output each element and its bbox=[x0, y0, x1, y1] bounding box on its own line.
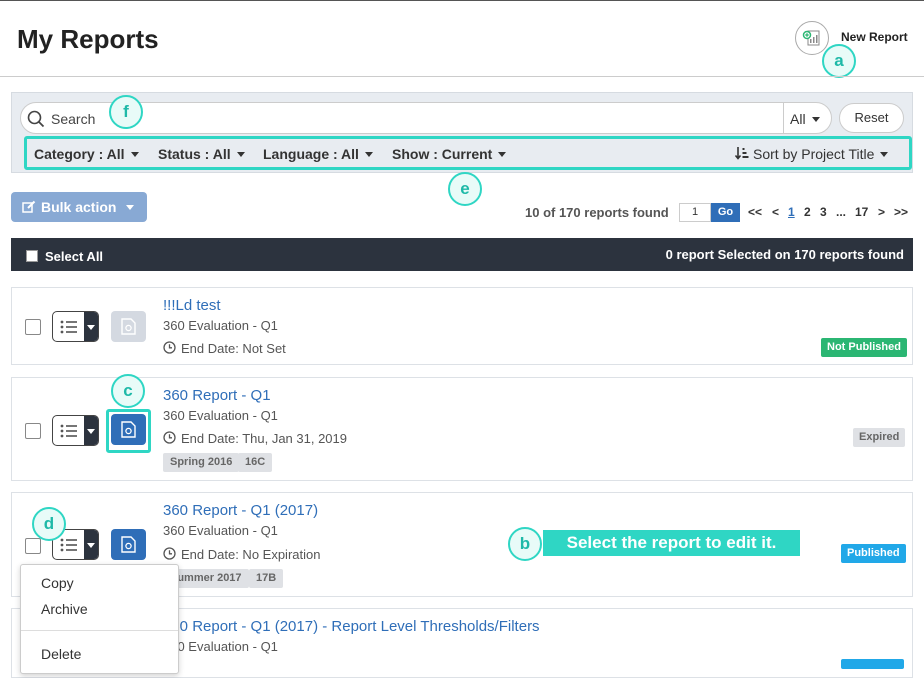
status-badge: Published bbox=[841, 544, 906, 563]
chevron-down-icon bbox=[364, 152, 373, 157]
report-doc-icon bbox=[121, 318, 136, 335]
search-icon bbox=[27, 110, 45, 128]
report-title[interactable]: 360 Report - Q1 (2017) - Report Level Th… bbox=[163, 618, 540, 635]
edit-report-button[interactable] bbox=[111, 311, 146, 342]
status-filter[interactable]: Status : All bbox=[158, 146, 245, 162]
callout-c: c bbox=[111, 374, 145, 408]
status-badge bbox=[841, 659, 904, 669]
pager-page-2[interactable]: 2 bbox=[804, 205, 811, 219]
callout-b: b bbox=[508, 527, 542, 561]
selection-summary: 0 report Selected on 170 reports found bbox=[665, 247, 904, 262]
clock-icon bbox=[163, 341, 176, 354]
pager-last[interactable]: >> bbox=[894, 205, 908, 219]
menu-item-copy[interactable]: Copy bbox=[41, 575, 74, 591]
show-filter[interactable]: Show : Current bbox=[392, 146, 507, 162]
search-scope-select[interactable]: All bbox=[790, 111, 820, 127]
menu-divider bbox=[21, 630, 178, 631]
bulk-action-label: Bulk action bbox=[41, 199, 117, 215]
pager-page-17[interactable]: 17 bbox=[855, 205, 868, 219]
pager-page-3[interactable]: 3 bbox=[820, 205, 827, 219]
callout-f: f bbox=[109, 95, 143, 129]
report-end-date: End Date: No Expiration bbox=[181, 547, 321, 562]
menu-item-archive[interactable]: Archive bbox=[41, 601, 88, 617]
pager-ellipsis: ... bbox=[836, 205, 847, 219]
report-subtitle: 360 Evaluation - Q1 bbox=[163, 318, 278, 333]
report-end-date: End Date: Not Set bbox=[181, 341, 286, 356]
chevron-down-icon bbox=[130, 152, 139, 157]
chevron-down-icon bbox=[236, 152, 245, 157]
chevron-down-icon bbox=[498, 152, 507, 157]
chevron-down-icon bbox=[126, 205, 134, 210]
select-all-checkbox[interactable] bbox=[26, 250, 38, 262]
edit-report-button[interactable] bbox=[111, 529, 146, 560]
new-report-button[interactable] bbox=[795, 21, 829, 55]
new-report-label[interactable]: New Report bbox=[841, 30, 908, 44]
list-icon bbox=[60, 538, 77, 552]
chevron-down-icon bbox=[880, 152, 889, 157]
report-doc-icon bbox=[121, 421, 136, 438]
report-subtitle: 360 Evaluation - Q1 bbox=[163, 523, 278, 538]
page-title: My Reports bbox=[17, 24, 159, 54]
report-end-date: End Date: Thu, Jan 31, 2019 bbox=[181, 431, 347, 446]
clock-icon bbox=[163, 431, 176, 444]
callout-a: a bbox=[822, 44, 856, 78]
go-button[interactable]: Go bbox=[711, 203, 740, 222]
category-filter[interactable]: Category : All bbox=[34, 146, 139, 162]
sort-icon bbox=[734, 147, 749, 160]
report-doc-icon bbox=[121, 536, 136, 553]
list-icon bbox=[60, 320, 77, 334]
report-title[interactable]: !!!Ld test bbox=[163, 297, 221, 314]
menu-item-delete[interactable]: Delete bbox=[41, 646, 81, 662]
reset-button[interactable]: Reset bbox=[839, 103, 904, 133]
search-placeholder: Search bbox=[51, 111, 96, 127]
report-title[interactable]: 360 Report - Q1 (2017) bbox=[163, 502, 318, 519]
bulk-action-button[interactable]: Bulk action bbox=[11, 192, 147, 222]
report-checkbox[interactable] bbox=[25, 319, 41, 335]
report-subtitle: 360 Evaluation - Q1 bbox=[163, 408, 278, 423]
edit-report-button[interactable] bbox=[111, 414, 146, 445]
clock-icon bbox=[163, 547, 176, 560]
list-icon bbox=[60, 424, 77, 438]
language-filter[interactable]: Language : All bbox=[263, 146, 373, 162]
page-number-input[interactable]: 1 bbox=[679, 203, 711, 222]
report-card bbox=[11, 287, 913, 365]
pager-page-1[interactable]: 1 bbox=[788, 205, 795, 219]
new-report-icon bbox=[802, 30, 820, 46]
select-all-label[interactable]: Select All bbox=[45, 249, 103, 264]
pager-prev[interactable]: < bbox=[772, 205, 779, 219]
top-border bbox=[0, 0, 924, 1]
instruction-tooltip: Select the report to edit it. bbox=[543, 530, 800, 556]
status-badge: Not Published bbox=[821, 338, 907, 357]
status-badge: Expired bbox=[853, 428, 906, 447]
report-menu-button[interactable] bbox=[52, 311, 99, 342]
report-checkbox[interactable] bbox=[25, 538, 41, 554]
callout-e: e bbox=[448, 172, 482, 206]
callout-d: d bbox=[32, 507, 66, 541]
report-checkbox[interactable] bbox=[25, 423, 41, 439]
pager-next[interactable]: > bbox=[878, 205, 885, 219]
report-tag: 16C bbox=[238, 453, 273, 472]
sort-select[interactable]: Sort by Project Title bbox=[734, 146, 889, 162]
report-menu-button[interactable] bbox=[52, 415, 99, 446]
chevron-down-icon bbox=[811, 117, 820, 122]
pager-first[interactable]: << bbox=[748, 205, 762, 219]
edit-icon bbox=[22, 200, 36, 213]
search-divider bbox=[783, 103, 784, 133]
report-title[interactable]: 360 Report - Q1 bbox=[163, 387, 271, 404]
report-tag: 17B bbox=[249, 569, 284, 588]
report-subtitle: 360 Evaluation - Q1 bbox=[163, 639, 278, 654]
header-divider bbox=[0, 76, 924, 77]
report-tag: Spring 2016 bbox=[163, 453, 240, 472]
results-count: 10 of 170 reports found bbox=[525, 205, 669, 220]
